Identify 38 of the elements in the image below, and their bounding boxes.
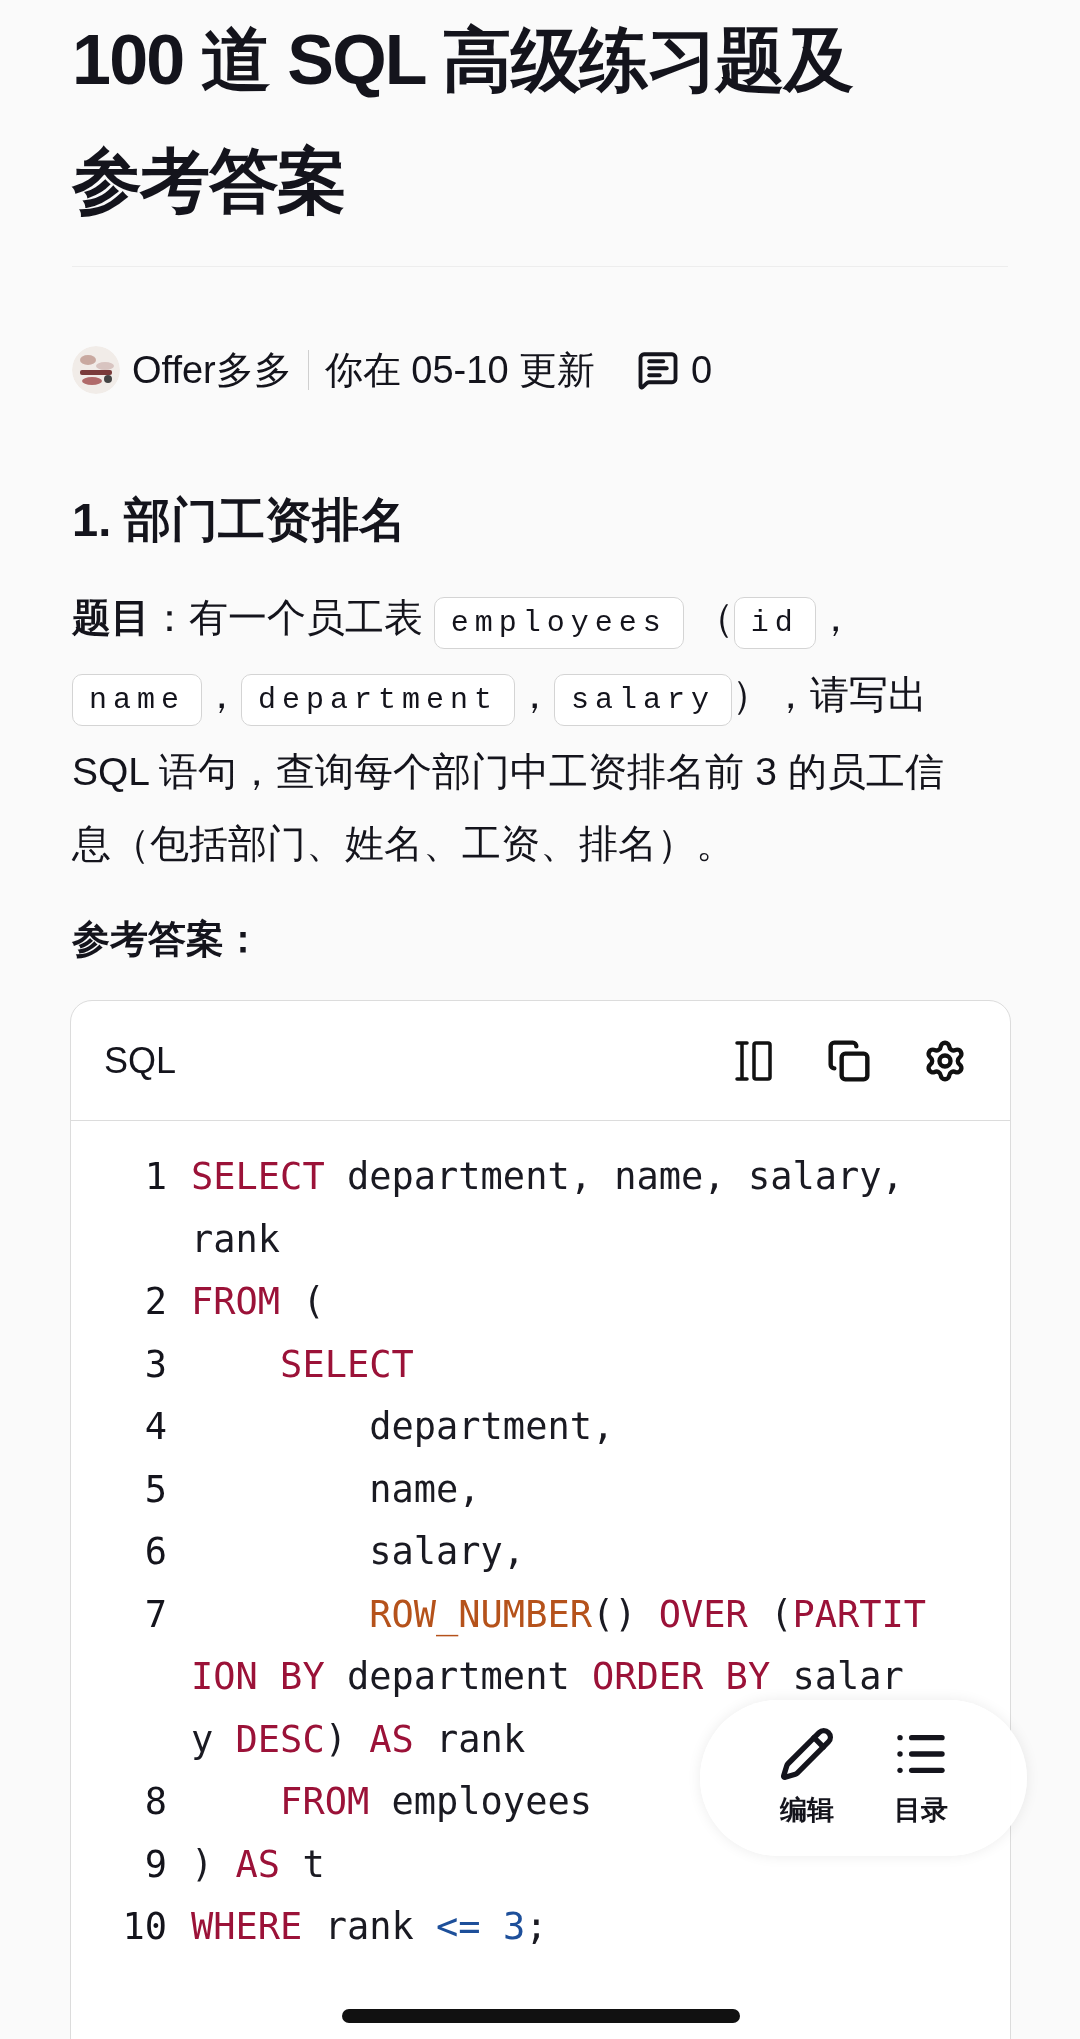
settings-icon[interactable] xyxy=(923,1038,967,1083)
code-line: SELECT department, name, salary, xyxy=(191,1154,904,1200)
pencil-icon xyxy=(778,1725,835,1782)
code-line: salary, xyxy=(368,1529,526,1575)
language-label: SQL xyxy=(104,1038,177,1083)
code-line: department, xyxy=(368,1404,615,1450)
line-number: 4 xyxy=(143,1404,168,1450)
code-line: FROM employees xyxy=(279,1779,592,1825)
line-number: 5 xyxy=(143,1466,168,1513)
article-title: 100 道 SQL 高级练习题及参考答案 xyxy=(72,20,854,222)
line-number: 1 xyxy=(143,1154,168,1200)
code-line: FROM ( xyxy=(191,1279,325,1325)
comment-icon[interactable] xyxy=(637,349,680,391)
line-number: 9 xyxy=(143,1841,168,1888)
line-number: 7 xyxy=(143,1591,168,1638)
update-info: 你在 05-10 更新 xyxy=(324,347,596,393)
code-line: rank xyxy=(191,1216,281,1263)
line-number: 2 xyxy=(143,1279,168,1325)
question-text: 题目：有一个员工表 employees （ id ， name ， department ， salary ），请写出 SQL 语句，查询每个部门中工资排名前 3 的员工信息（包括部门、姓名、工资、排名）。 xyxy=(72,595,945,867)
comment-count: 0 xyxy=(691,347,713,393)
line-number: 6 xyxy=(143,1529,168,1575)
line-number: 3 xyxy=(143,1341,168,1388)
section-heading: 1. 部门工资排名 xyxy=(72,495,408,545)
line-number: 8 xyxy=(143,1779,168,1825)
code-line: name, xyxy=(368,1466,481,1513)
author-name[interactable]: Offer多多 xyxy=(132,341,292,399)
code-line: ROW_NUMBER() OVER (PARTIT xyxy=(368,1591,927,1639)
code-line: ION BY department ORDER BY salar xyxy=(191,1654,904,1700)
line-number: 10 xyxy=(121,1904,168,1950)
code-line: y DESC) AS rank xyxy=(191,1716,526,1763)
code-line: WHERE rank <= 3; xyxy=(191,1904,548,1950)
contents-button[interactable]: 目录 xyxy=(892,1725,949,1831)
split-view-icon[interactable] xyxy=(733,1038,775,1083)
edit-button[interactable]: 编辑 xyxy=(778,1725,835,1831)
code-line: ) AS t xyxy=(191,1841,325,1888)
copy-icon[interactable] xyxy=(827,1038,871,1083)
answer-label: 参考答案： xyxy=(72,917,263,962)
code-line: SELECT xyxy=(279,1341,414,1388)
